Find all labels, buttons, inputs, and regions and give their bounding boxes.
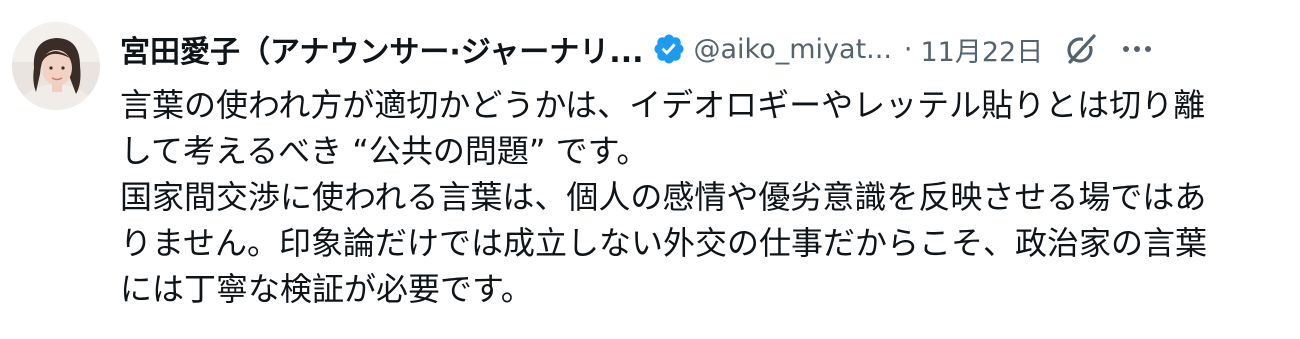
avatar[interactable] [12, 22, 100, 110]
tweet[interactable]: 宮田愛子（アナウンサー·ジャーナリ... @aiko_miyat... · 11… [0, 0, 1300, 339]
tweet-text-line: には丁寧な検証が必要です。 [120, 270, 533, 308]
tweet-text-line: 国家間交渉に使われる言葉は、個人の感情や優劣意識を反映させる場ではあ [120, 178, 1207, 216]
tweet-text-line: して考えるべき “公共の問題” です。 [120, 132, 649, 170]
avatar-image [12, 22, 100, 110]
tweet-text-line: 言葉の使われ方が適切かどうかは、イデオロギーやレッテル貼りとは切り離 [120, 86, 1206, 124]
grok-icon[interactable] [1063, 31, 1099, 67]
author-display-name[interactable]: 宮田愛子（アナウンサー·ジャーナリ... [120, 27, 644, 71]
more-options-icon[interactable] [1119, 31, 1155, 67]
verified-badge-icon [653, 34, 684, 64]
author-handle[interactable]: @aiko_miyat... [694, 34, 892, 65]
tweet-header: 宮田愛子（アナウンサー·ジャーナリ... @aiko_miyat... · 11… [120, 24, 1288, 74]
separator-dot: · [903, 33, 913, 65]
tweet-text-line: りません。印象論だけでは成立しない外交の仕事だからこそ、政治家の言葉 [120, 224, 1208, 262]
tweet-body: 言葉の使われ方が適切かどうかは、イデオロギーやレッテル貼りとは切り離 して考える… [120, 82, 1288, 312]
tweet-date[interactable]: 11月22日 [921, 30, 1044, 69]
